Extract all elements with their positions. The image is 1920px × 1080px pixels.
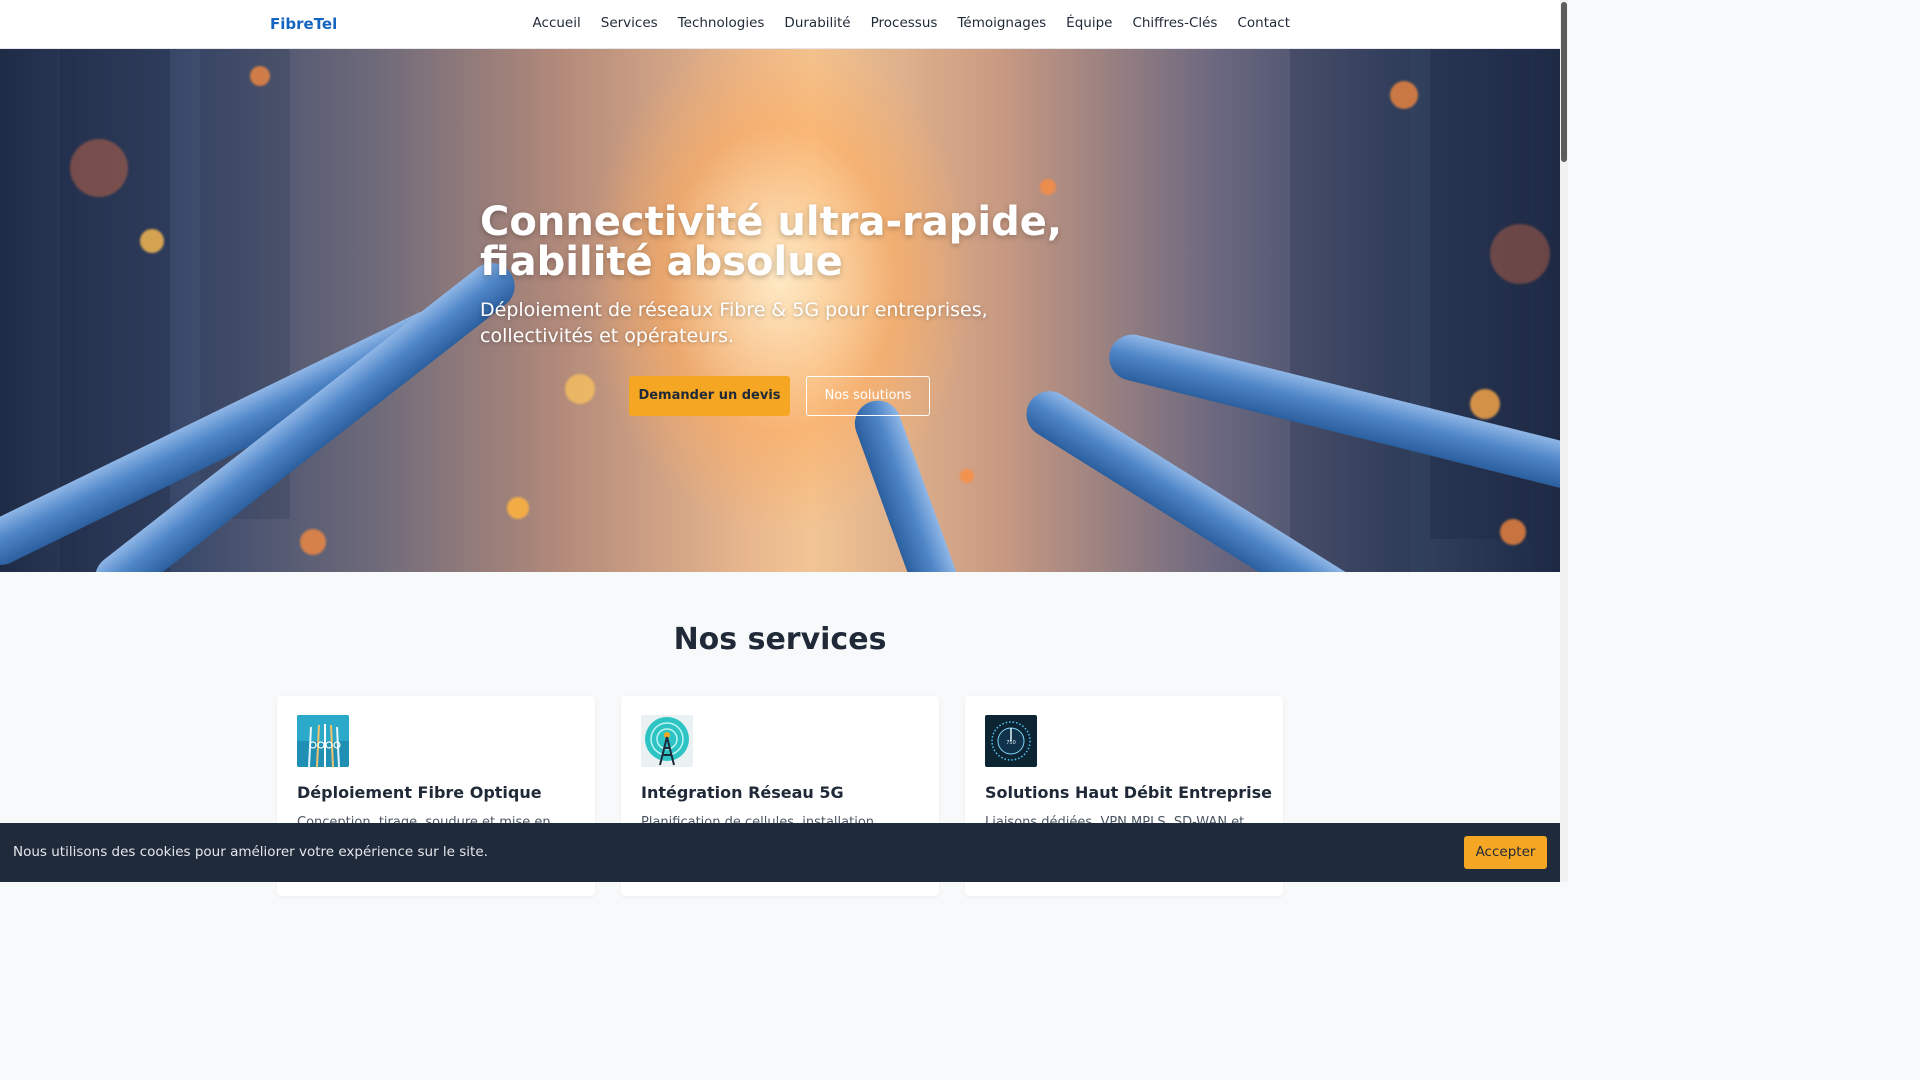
service-card-title: Solutions Haut Débit Entreprise [985,783,1272,802]
accept-cookies-button[interactable]: Accepter [1464,836,1547,869]
fiber-optic-icon [297,715,349,767]
hero-subtitle-line-1: Déploiement de réseaux Fibre & 5G pour e… [480,299,988,321]
hero-title-line-2: fiabilité absolue [480,239,843,285]
speedometer-icon: 750 [985,715,1037,767]
hero-subtitle: Déploiement de réseaux Fibre & 5G pour e… [480,297,1080,349]
nav-item-durabilite[interactable]: Durabilité [784,15,850,31]
nav-item-accueil[interactable]: Accueil [533,15,581,31]
nav-item-processus[interactable]: Processus [871,15,938,31]
page-scrollbar[interactable] [1560,0,1568,882]
service-card-title: Intégration Réseau 5G [641,783,844,802]
cookie-message: Nous utilisons des cookies pour améliore… [13,844,488,860]
our-solutions-button[interactable]: Nos solutions [806,376,930,416]
cookie-banner: Nous utilisons des cookies pour améliore… [0,823,1560,882]
nav-item-temoignages[interactable]: Témoignages [957,15,1046,31]
hero-title-line-1: Connectivité ultra-rapide, [480,199,1063,245]
hero-title: Connectivité ultra-rapide, fiabilité abs… [480,202,1080,282]
service-card-title: Déploiement Fibre Optique [297,783,542,802]
nav-item-services[interactable]: Services [601,15,658,31]
top-navigation-bar: FibreTel Accueil Services Technologies D… [0,0,1560,49]
brand-logo[interactable]: FibreTel [270,15,337,33]
svg-text:750: 750 [1006,740,1016,746]
services-section-title: Nos services [673,622,887,657]
nav-item-equipe[interactable]: Équipe [1066,15,1112,31]
nav-item-chiffres-cles[interactable]: Chiffres-Clés [1132,15,1217,31]
request-quote-button[interactable]: Demander un devis [629,376,790,416]
5g-tower-icon [641,715,693,767]
hero-section: Connectivité ultra-rapide, fiabilité abs… [0,49,1560,572]
scrollbar-thumb[interactable] [1561,2,1567,162]
nav-item-technologies[interactable]: Technologies [678,15,765,31]
hero-subtitle-line-2: collectivités et opérateurs. [480,325,735,347]
main-nav: Accueil Services Technologies Durabilité… [533,15,1290,31]
nav-item-contact[interactable]: Contact [1237,15,1290,31]
